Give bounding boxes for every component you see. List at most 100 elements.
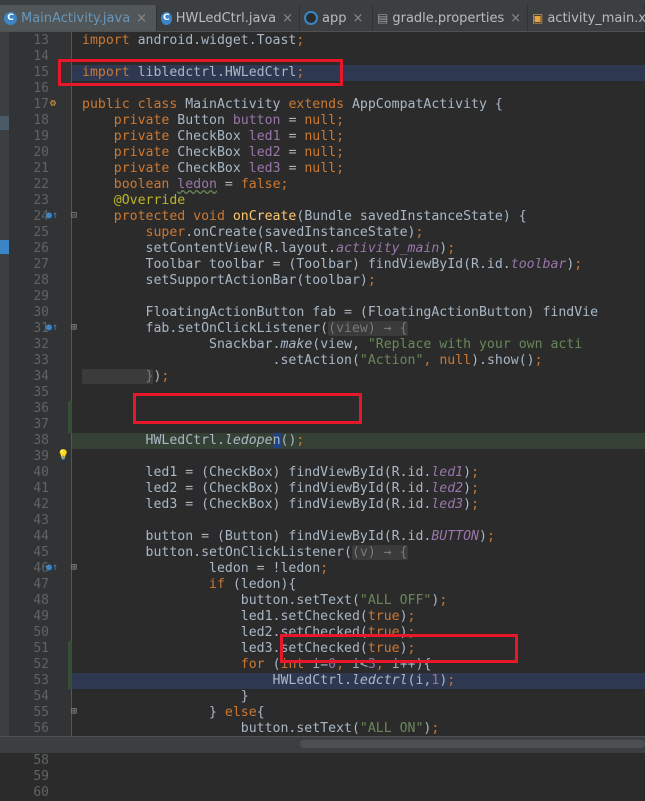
close-icon[interactable]: × <box>282 11 293 26</box>
vcs-change-marker[interactable] <box>68 401 72 433</box>
code-line[interactable] <box>72 289 645 305</box>
code-token: ) <box>399 609 408 624</box>
tab-app[interactable]: app × <box>300 5 373 31</box>
code-text: private CheckBox led2 = null; <box>82 145 344 161</box>
tool-strip-marker[interactable] <box>0 240 9 254</box>
code-line[interactable]: HWLedCtrl.ledctrl(i,1); <box>72 673 645 689</box>
line-number: 59 <box>33 769 49 784</box>
code-token: extends <box>288 97 352 112</box>
tool-strip-marker[interactable] <box>0 116 9 130</box>
code-line[interactable]: boolean ledon = false; <box>72 177 645 193</box>
code-line[interactable]: private CheckBox led2 = null; <box>72 145 645 161</box>
code-line[interactable]: HWLedCtrl.ledopen(); <box>72 433 645 449</box>
code-token: ; <box>471 465 480 480</box>
line-number: 60 <box>33 785 49 800</box>
code-line[interactable] <box>72 449 645 465</box>
horizontal-scrollbar[interactable] <box>300 740 645 748</box>
line-number: 45 <box>33 545 49 560</box>
code-line[interactable]: led1.setChecked(true); <box>72 609 645 625</box>
code-line[interactable]: }); <box>72 369 645 385</box>
code-line[interactable]: button.setText("ALL OFF"); <box>72 593 645 609</box>
code-line[interactable]: import android.widget.Toast; <box>72 33 645 49</box>
code-token: .onCreate(savedInstanceState) <box>185 225 416 240</box>
line-number: 43 <box>33 513 49 528</box>
override-marker-icon[interactable]: ●↑ <box>46 562 58 574</box>
code-text: private Button button = null; <box>82 113 344 129</box>
code-token: ; <box>415 225 424 240</box>
override-marker-icon[interactable]: ●↑ <box>46 210 58 222</box>
class-marker-icon[interactable]: ⚙ <box>50 98 56 110</box>
line-number: 23 <box>33 193 49 208</box>
code-line[interactable]: public class MainActivity extends AppCom… <box>72 97 645 113</box>
code-line[interactable]: } else{ <box>72 705 645 721</box>
code-text: public class MainActivity extends AppCom… <box>82 97 503 113</box>
code-token: private <box>82 129 178 144</box>
code-token: ledon = !ledon <box>82 561 321 576</box>
line-number: 21 <box>33 161 49 176</box>
code-line[interactable]: Toolbar toolbar = (Toolbar) findViewById… <box>72 257 645 273</box>
line-number: 16 <box>33 81 49 96</box>
code-text: HWLedCtrl.ledopen(); <box>82 433 304 449</box>
code-line[interactable]: private Button button = null; <box>72 113 645 129</box>
line-number: 27 <box>33 257 49 272</box>
line-number: 53 <box>33 673 49 688</box>
code-line[interactable]: .setAction("Action", null).show(); <box>72 353 645 369</box>
code-text: private CheckBox led3 = null; <box>82 161 344 177</box>
code-token: (i, <box>407 673 432 688</box>
code-editor[interactable]: import android.widget.Toast; import lible… <box>72 32 645 736</box>
code-line[interactable]: if (ledon){ <box>72 577 645 593</box>
code-line[interactable]: fab.setOnClickListener((view) → { <box>72 321 645 337</box>
code-line[interactable]: private CheckBox led3 = null; <box>72 161 645 177</box>
code-text: super.onCreate(savedInstanceState); <box>82 225 424 241</box>
code-token: CheckBox <box>177 129 249 144</box>
close-icon[interactable]: × <box>510 11 521 26</box>
line-number: 48 <box>33 593 49 608</box>
code-text: private CheckBox led1 = null; <box>82 129 344 145</box>
close-icon[interactable]: × <box>136 11 147 26</box>
code-token: ledope <box>224 433 273 448</box>
line-number: 39 <box>33 449 49 464</box>
code-line[interactable]: led2 = (CheckBox) findViewById(R.id.led2… <box>72 481 645 497</box>
code-line[interactable] <box>72 513 645 529</box>
code-line[interactable]: button = (Button) findViewById(R.id.BUTT… <box>72 529 645 545</box>
code-line[interactable]: led1 = (CheckBox) findViewById(R.id.led1… <box>72 465 645 481</box>
code-line[interactable]: button.setText("ALL ON"); <box>72 721 645 736</box>
vcs-change-marker[interactable] <box>68 641 72 689</box>
code-line[interactable]: setContentView(R.layout.activity_main); <box>72 241 645 257</box>
tab-mainactivity-java[interactable]: C MainActivity.java × <box>0 5 157 31</box>
code-line[interactable]: setSupportActionBar(toolbar); <box>72 273 645 289</box>
lightbulb-icon[interactable]: 💡 <box>57 450 69 462</box>
code-line[interactable]: } <box>72 689 645 705</box>
code-token: "Replace with your own acti <box>367 337 583 352</box>
line-number: 41 <box>33 481 49 496</box>
highlight-box-ledopen <box>133 393 362 424</box>
tab-activity-main-x[interactable]: ▣ activity_main.x <box>528 5 645 31</box>
line-number: 40 <box>33 465 49 480</box>
code-line[interactable]: led3 = (CheckBox) findViewById(R.id.led3… <box>72 497 645 513</box>
tab-hwledctrl-java[interactable]: C HWLedCtrl.java × <box>157 5 300 31</box>
code-text: Snackbar.make(view, "Replace with your o… <box>82 337 582 353</box>
close-icon[interactable]: × <box>352 11 363 26</box>
code-line[interactable]: Snackbar.make(view, "Replace with your o… <box>72 337 645 353</box>
override-marker-icon[interactable]: ●↑ <box>46 322 58 334</box>
code-token: led2 = (CheckBox) findViewById(R.id. <box>82 481 432 496</box>
code-line[interactable]: ledon = !ledon; <box>72 561 645 577</box>
tab-gradle-properties[interactable]: ▤ gradle.properties × <box>373 5 528 31</box>
line-number: 44 <box>33 529 49 544</box>
code-token: button = (Button) findViewById(R.id. <box>82 529 432 544</box>
code-token: = <box>216 177 241 192</box>
code-token: } <box>82 369 154 384</box>
code-token: onCreate <box>232 209 297 224</box>
code-line[interactable]: protected void onCreate(Bundle savedInst… <box>72 209 645 225</box>
code-token: private <box>82 145 178 160</box>
code-line[interactable]: button.setOnClickListener((v) → { <box>72 545 645 561</box>
line-number: 31 <box>33 321 49 336</box>
code-token: ).show() <box>471 353 535 368</box>
code-token: "Action" <box>359 353 424 368</box>
code-token: (view) → { <box>328 321 408 336</box>
code-line[interactable]: FloatingActionButton fab = (FloatingActi… <box>72 305 645 321</box>
code-line[interactable]: @Override <box>72 193 645 209</box>
code-line[interactable]: private CheckBox led1 = null; <box>72 129 645 145</box>
code-token: if <box>82 577 233 592</box>
code-line[interactable]: super.onCreate(savedInstanceState); <box>72 225 645 241</box>
